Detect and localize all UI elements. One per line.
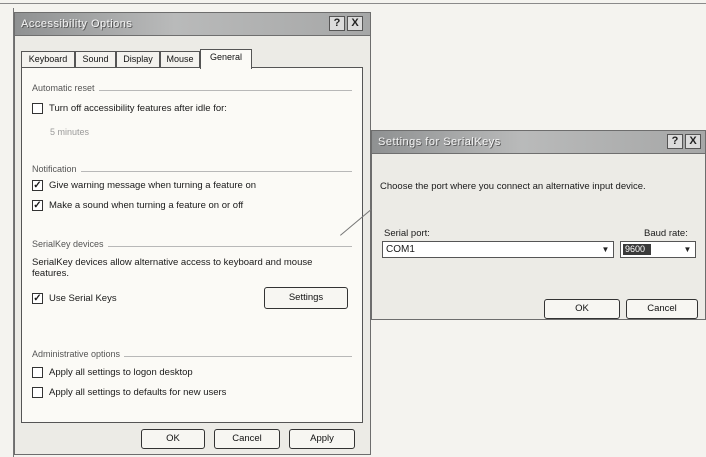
serial-port-select[interactable]: COM1 ▼ [382, 241, 614, 258]
close-icon[interactable]: X [347, 16, 363, 31]
tab-general[interactable]: General [200, 49, 252, 69]
defaults-checkbox-box[interactable] [32, 387, 43, 398]
warning-checkbox-box[interactable]: ✓ [32, 180, 43, 191]
serial-ok-button[interactable]: OK [544, 299, 620, 319]
serial-dialog-title: Settings for SerialKeys [378, 136, 501, 148]
tab-mouse[interactable]: Mouse [160, 51, 200, 67]
automatic-reset-heading: Automatic reset [32, 83, 99, 93]
baud-rate-label: Baud rate: [644, 228, 688, 239]
top-edge-line [0, 3, 706, 4]
defaults-label: Apply all settings to defaults for new u… [49, 387, 227, 398]
chevron-down-icon[interactable]: ▼ [681, 243, 694, 256]
tab-display[interactable]: Display [116, 51, 160, 67]
idle-time-text: 5 minutes [50, 127, 90, 137]
serial-port-label: Serial port: [384, 228, 430, 239]
sound-checkbox-box[interactable]: ✓ [32, 200, 43, 211]
tab-sound[interactable]: Sound [75, 51, 116, 67]
baud-rate-highlight: 9600 [623, 244, 651, 255]
administrative-heading: Administrative options [32, 349, 125, 359]
notification-heading: Notification [32, 164, 81, 174]
ok-button[interactable]: OK [141, 429, 205, 449]
serial-cancel-button[interactable]: Cancel [626, 299, 698, 319]
cancel-button[interactable]: Cancel [214, 429, 280, 449]
sound-label: Make a sound when turning a feature on o… [49, 200, 244, 211]
serial-instruction: Choose the port where you connect an alt… [380, 181, 646, 192]
chevron-down-icon[interactable]: ▼ [599, 243, 612, 256]
serialkey-heading: SerialKey devices [32, 239, 108, 249]
close-icon[interactable]: X [685, 134, 701, 149]
warning-label: Give warning message when turning a feat… [49, 180, 257, 191]
serialkeys-settings-dialog: Settings for SerialKeys ? X Choose the p… [371, 130, 706, 320]
baud-rate-select[interactable]: 9600 ▼ [620, 241, 696, 258]
main-title-bar[interactable]: Accessibility Options ? X [15, 13, 370, 36]
settings-button[interactable]: Settings [264, 287, 348, 309]
automatic-reset-group: Automatic reset Turn off accessibility f… [32, 83, 352, 165]
help-icon[interactable]: ? [329, 16, 345, 31]
baud-rate-value: 9600 [625, 244, 646, 254]
serial-title-bar[interactable]: Settings for SerialKeys ? X [372, 131, 705, 154]
serialkey-devices-group: SerialKey devices SerialKey devices allo… [32, 239, 352, 337]
serial-port-value: COM1 [386, 244, 415, 255]
help-icon[interactable]: ? [667, 134, 683, 149]
general-tab-panel: Automatic reset Turn off accessibility f… [21, 67, 363, 423]
administrative-options-group: Administrative options Apply all setting… [32, 349, 352, 417]
main-dialog-title: Accessibility Options [21, 18, 133, 30]
apply-button[interactable]: Apply [289, 429, 355, 449]
tab-keyboard[interactable]: Keyboard [21, 51, 75, 67]
use-serial-keys-label: Use Serial Keys [49, 293, 117, 304]
logon-label: Apply all settings to logon desktop [49, 367, 193, 378]
turn-off-label: Turn off accessibility features after id… [49, 103, 227, 114]
use-serial-keys-checkbox-box[interactable]: ✓ [32, 293, 43, 304]
accessibility-options-dialog: Accessibility Options ? X Keyboard Sound… [14, 12, 371, 455]
notification-group: Notification ✓ Give warning message when… [32, 164, 352, 232]
turn-off-checkbox-box[interactable] [32, 103, 43, 114]
serialkey-description: SerialKey devices allow alternative acce… [32, 257, 313, 279]
logon-checkbox-box[interactable] [32, 367, 43, 378]
